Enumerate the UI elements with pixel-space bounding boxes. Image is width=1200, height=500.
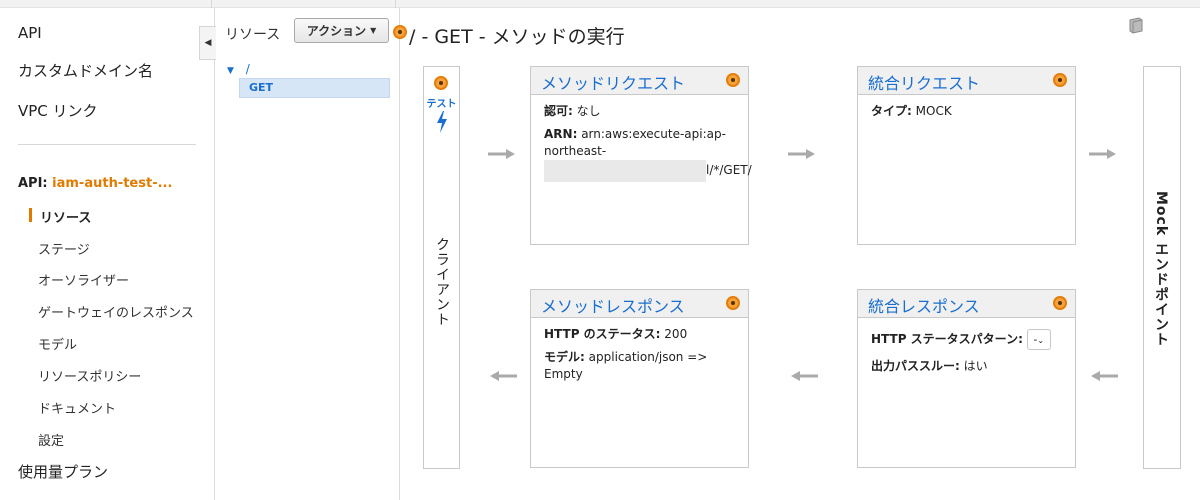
arn-key: ARN: <box>544 127 578 141</box>
collapse-sidebar-button[interactable]: ◀ <box>199 26 216 60</box>
integration-response-info-icon[interactable] <box>1053 296 1067 310</box>
integration-request-card: 統合リクエスト タイプ: MOCK <box>857 66 1076 245</box>
nav-vpc-link[interactable]: VPC リンク <box>18 100 98 121</box>
method-request-title[interactable]: メソッドリクエスト <box>541 70 685 94</box>
chevron-left-icon: ◀ <box>204 38 212 48</box>
arn-value-1: arn:aws:execute-api:ap- <box>581 127 726 141</box>
arn-value-2: northeast- <box>544 144 607 158</box>
arrow-left-icon <box>1091 371 1118 381</box>
caret-down-icon: ▼ <box>370 26 377 35</box>
arrow-right-icon <box>1089 149 1116 159</box>
page-title: / - GET - メソッドの実行 <box>409 26 625 48</box>
nav-sub-resources[interactable]: リソース <box>40 207 91 226</box>
left-nav: API カスタムドメイン名 VPC リンク API: iam-auth-test… <box>0 8 215 500</box>
nav-sub-models[interactable]: モデル <box>38 334 77 353</box>
integration-response-card: 統合レスポンス HTTP ステータスパターン: -⌄ 出力パススルー: はい <box>857 289 1076 468</box>
auth-value: なし <box>576 104 601 118</box>
actions-dropdown-button[interactable]: アクション ▼ <box>294 18 389 43</box>
status-pattern-select[interactable]: -⌄ <box>1026 329 1051 350</box>
model-key: モデル: <box>544 350 585 364</box>
integration-request-info-icon[interactable] <box>1053 73 1067 87</box>
passthrough-key: 出力パススルー: <box>871 359 960 373</box>
api-name: iam-auth-test-... <box>52 176 173 191</box>
nav-sub-settings[interactable]: 設定 <box>38 430 64 449</box>
arrow-right-icon <box>788 149 815 159</box>
tree-root-label: / <box>245 62 250 76</box>
nav-custom-domain[interactable]: カスタムドメイン名 <box>18 60 153 81</box>
method-request-card: メソッドリクエスト 認可: なし ARN: arn:aws:execute-ap… <box>530 66 752 245</box>
mock-endpoint-label: Mock エンドポイント <box>1153 191 1169 348</box>
help-info-icon[interactable] <box>393 25 407 39</box>
nav-api-heading[interactable]: API: iam-auth-test-... <box>18 176 172 191</box>
status-pattern-key: HTTP ステータスパターン: <box>871 332 1023 346</box>
actions-label: アクション <box>306 24 367 38</box>
top-strip <box>0 0 1200 8</box>
nav-sub-resource-policy[interactable]: リソースポリシー <box>38 366 141 385</box>
type-value: MOCK <box>915 104 952 118</box>
documentation-book-icon[interactable] <box>1127 16 1145 34</box>
integration-response-title[interactable]: 統合レスポンス <box>868 293 980 317</box>
nav-sub-gateway-responses[interactable]: ゲートウェイのレスポンス <box>38 302 194 321</box>
nav-usage-plans[interactable]: 使用量プラン <box>18 461 108 482</box>
lightning-bolt-icon[interactable] <box>434 111 450 133</box>
test-button[interactable]: テスト <box>424 95 459 110</box>
resources-title: リソース <box>225 27 281 43</box>
arrow-right-icon <box>488 149 515 159</box>
expand-triangle-icon[interactable]: ▼ <box>227 66 234 76</box>
tree-method-get[interactable]: GET <box>239 78 390 98</box>
passthrough-value: はい <box>963 359 988 373</box>
client-label: クライアント <box>434 237 450 327</box>
api-label: API: <box>18 176 48 191</box>
method-request-info-icon[interactable] <box>726 73 740 87</box>
http-status-value: 200 <box>664 327 688 341</box>
integration-request-title[interactable]: 統合リクエスト <box>868 70 980 94</box>
nav-sub-documentation[interactable]: ドキュメント <box>38 398 116 417</box>
client-column: テスト クライアント <box>423 66 460 469</box>
method-response-title[interactable]: メソッドレスポンス <box>541 293 685 317</box>
nav-sub-authorizers[interactable]: オーソライザー <box>38 270 129 289</box>
nav-sub-stages[interactable]: ステージ <box>38 239 90 258</box>
client-info-icon[interactable] <box>434 76 448 90</box>
arrow-left-icon <box>490 371 517 381</box>
tree-root-item[interactable]: ▼ / <box>227 62 250 76</box>
nav-divider <box>18 144 196 145</box>
auth-key: 認可: <box>544 104 573 118</box>
resources-panel: リソース アクション ▼ ▼ / GET <box>215 8 400 500</box>
nav-api[interactable]: API <box>18 24 42 42</box>
redacted-block <box>544 160 706 182</box>
arn-tail: l/*/GET/ <box>706 163 752 177</box>
mock-endpoint-column: Mock エンドポイント <box>1143 66 1181 469</box>
http-status-key: HTTP のステータス: <box>544 327 661 341</box>
arrow-left-icon <box>791 371 818 381</box>
method-response-info-icon[interactable] <box>726 296 740 310</box>
method-response-card: メソッドレスポンス HTTP のステータス: 200 モデル: applicat… <box>530 289 749 468</box>
active-indicator <box>29 208 32 222</box>
type-key: タイプ: <box>871 104 912 118</box>
